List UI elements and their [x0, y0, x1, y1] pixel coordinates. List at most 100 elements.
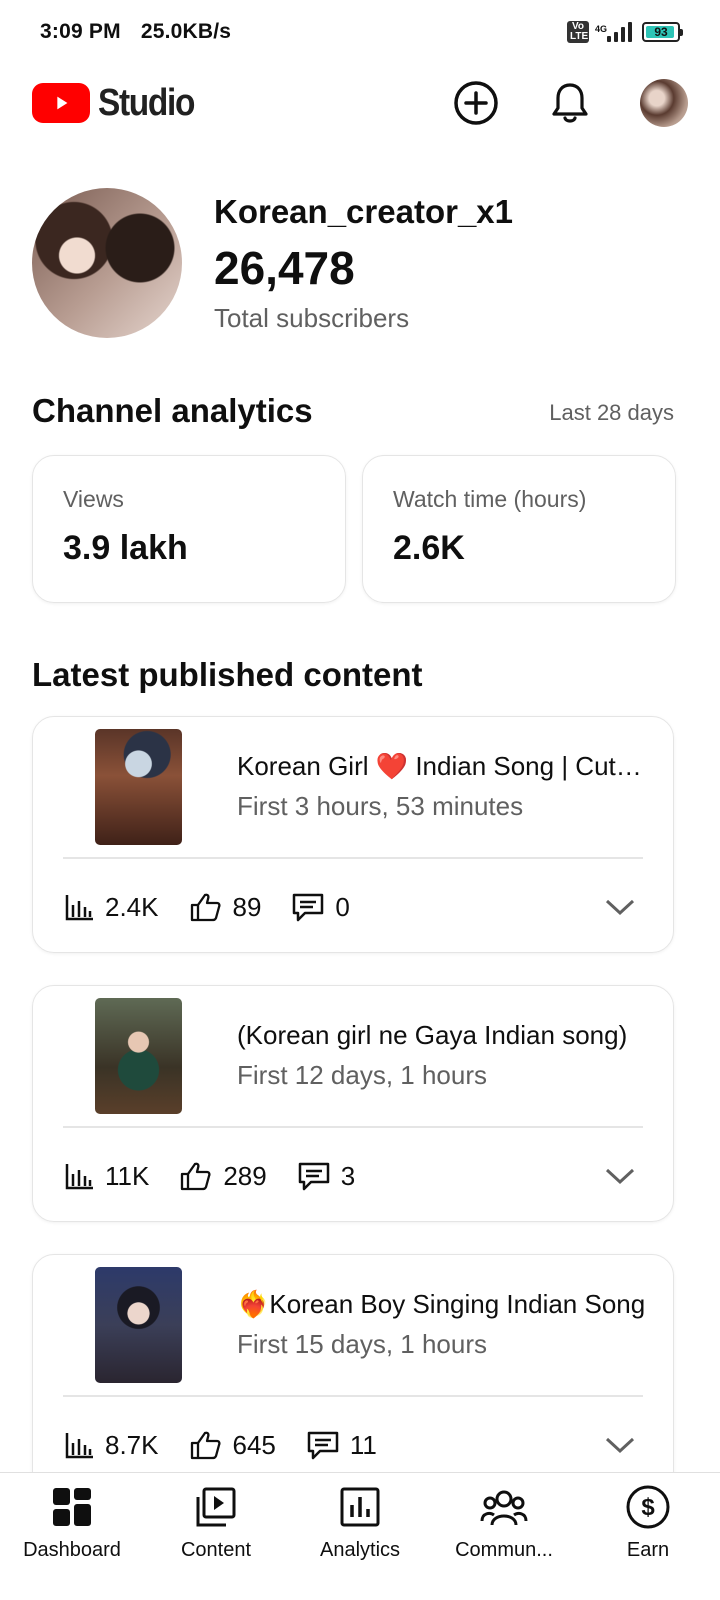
nav-label: Analytics	[319, 1539, 401, 1561]
create-icon[interactable]	[452, 79, 500, 127]
thumbs-up-icon	[190, 893, 221, 922]
comment-icon	[293, 893, 324, 922]
youtube-studio-logo[interactable]: Studio	[32, 82, 207, 125]
community-icon	[480, 1483, 528, 1531]
likes-stat: 89	[189, 891, 262, 923]
signal-group: 4G	[595, 22, 632, 42]
likes-count: 645	[232, 1429, 276, 1460]
content-card-header: Korean Girl ❤️ Indian Song | Cute Voice …	[33, 729, 673, 847]
battery-percent: 93	[654, 25, 668, 39]
status-speed: 25.0KB/s	[140, 20, 232, 43]
content-icon	[192, 1483, 240, 1531]
views-icon	[65, 1433, 93, 1459]
likes-stat: 289	[179, 1160, 267, 1192]
earn-icon: $	[624, 1483, 672, 1531]
video-period: First 12 days, 1 hours	[237, 1060, 487, 1090]
likes-stat: 645	[189, 1429, 276, 1461]
logo-text: Studio	[98, 81, 195, 124]
nav-label: Content	[180, 1539, 252, 1561]
svg-text:$: $	[641, 1494, 655, 1521]
channel-avatar	[32, 188, 182, 338]
subscriber-label: Total subscribers	[214, 302, 410, 333]
views-icon	[65, 895, 93, 921]
views-count: 2.4K	[105, 891, 159, 922]
account-avatar[interactable]	[640, 79, 688, 127]
nav-content[interactable]: Content	[144, 1473, 288, 1600]
thumbs-up-icon	[181, 1162, 211, 1191]
likes-count: 289	[223, 1160, 267, 1191]
metric-value: 2.6K	[393, 529, 465, 567]
metric-label: Watch time (hours)	[393, 486, 587, 512]
views-stat: 8.7K	[63, 1429, 159, 1461]
metric-card-views[interactable]: Views 3.9 lakh	[32, 455, 346, 603]
divider	[63, 1126, 643, 1128]
views-count: 11K	[105, 1160, 150, 1191]
status-left: 3:09 PM 25.0KB/s	[40, 20, 245, 44]
metric-value: 3.9 lakh	[63, 529, 188, 567]
app-header: Studio	[0, 72, 720, 134]
content-card-header: ❤️‍🔥Korean Boy Singing Indian Song First…	[33, 1267, 673, 1385]
divider	[63, 1395, 643, 1397]
content-card[interactable]: (Korean girl ne Gaya Indian song) First …	[32, 985, 674, 1222]
comments-count: 11	[349, 1429, 377, 1460]
volte-icon: Vo LTE	[566, 21, 589, 43]
views-stat: 2.4K	[63, 891, 159, 923]
likes-count: 89	[232, 891, 262, 922]
notifications-icon[interactable]	[546, 79, 594, 127]
metric-label: Views	[63, 486, 124, 512]
comment-icon	[298, 1162, 329, 1191]
analytics-heading: Channel analytics	[32, 392, 313, 429]
video-thumbnail[interactable]	[95, 1267, 182, 1383]
video-stats: 2.4K 89 0	[63, 887, 643, 927]
video-title[interactable]: Korean Girl ❤️ Indian Song | Cute Voice	[237, 751, 647, 782]
header-actions	[452, 79, 688, 127]
status-bar: 3:09 PM 25.0KB/s Vo LTE 4G 93	[0, 0, 720, 64]
network-type: 4G	[594, 24, 607, 34]
views-stat: 11K	[63, 1160, 149, 1192]
views-count: 8.7K	[105, 1429, 159, 1460]
dashboard-icon	[48, 1483, 96, 1531]
metric-card-watch-time[interactable]: Watch time (hours) 2.6K	[362, 455, 676, 603]
nav-label: Earn	[626, 1539, 670, 1561]
thumbs-up-icon	[190, 1431, 221, 1460]
video-thumbnail[interactable]	[95, 998, 182, 1114]
video-title[interactable]: ❤️‍🔥Korean Boy Singing Indian Song	[237, 1289, 647, 1320]
chevron-down-icon[interactable]	[605, 1166, 635, 1186]
nav-analytics[interactable]: Analytics	[288, 1473, 432, 1600]
analytics-period: Last 28 days	[549, 400, 674, 425]
status-time: 3:09 PM	[40, 20, 121, 43]
youtube-play-icon	[32, 83, 90, 123]
comments-stat: 3	[297, 1160, 355, 1192]
content-card[interactable]: Korean Girl ❤️ Indian Song | Cute Voice …	[32, 716, 674, 953]
comments-count: 3	[340, 1160, 356, 1191]
comment-icon	[307, 1431, 339, 1460]
nav-dashboard[interactable]: Dashboard	[0, 1473, 144, 1600]
comments-stat: 0	[291, 891, 350, 923]
comments-stat: 11	[306, 1429, 377, 1461]
nav-community[interactable]: Commun...	[432, 1473, 576, 1600]
latest-content-heading: Latest published content	[32, 656, 423, 693]
content-card-header: (Korean girl ne Gaya Indian song) First …	[33, 998, 673, 1116]
views-icon	[65, 1164, 93, 1190]
nav-label: Commun...	[455, 1539, 553, 1561]
nav-label: Dashboard	[23, 1539, 121, 1561]
profile-info: Korean_creator_x1 26,478 Total subscribe…	[214, 193, 513, 334]
channel-profile: Korean_creator_x1 26,478 Total subscribe…	[32, 188, 513, 338]
status-right: Vo LTE 4G 93	[566, 21, 683, 43]
video-title[interactable]: (Korean girl ne Gaya Indian song)	[237, 1020, 647, 1051]
video-thumbnail[interactable]	[95, 729, 182, 845]
chevron-down-icon[interactable]	[605, 897, 635, 917]
signal-icon	[607, 22, 632, 42]
video-period: First 15 days, 1 hours	[237, 1329, 487, 1359]
video-period: First 3 hours, 53 minutes	[237, 791, 524, 821]
battery-icon: 93	[642, 22, 683, 42]
bottom-navigation: Dashboard Content Analytics Commun... $ …	[0, 1472, 720, 1600]
channel-name: Korean_creator_x1	[214, 192, 513, 230]
video-stats: 8.7K 645 11	[63, 1425, 643, 1465]
analytics-icon	[336, 1483, 384, 1531]
comments-count: 0	[335, 891, 350, 922]
chevron-down-icon[interactable]	[605, 1435, 635, 1455]
nav-earn[interactable]: $ Earn	[576, 1473, 720, 1600]
video-stats: 11K 289 3	[63, 1156, 643, 1196]
divider	[63, 857, 643, 859]
